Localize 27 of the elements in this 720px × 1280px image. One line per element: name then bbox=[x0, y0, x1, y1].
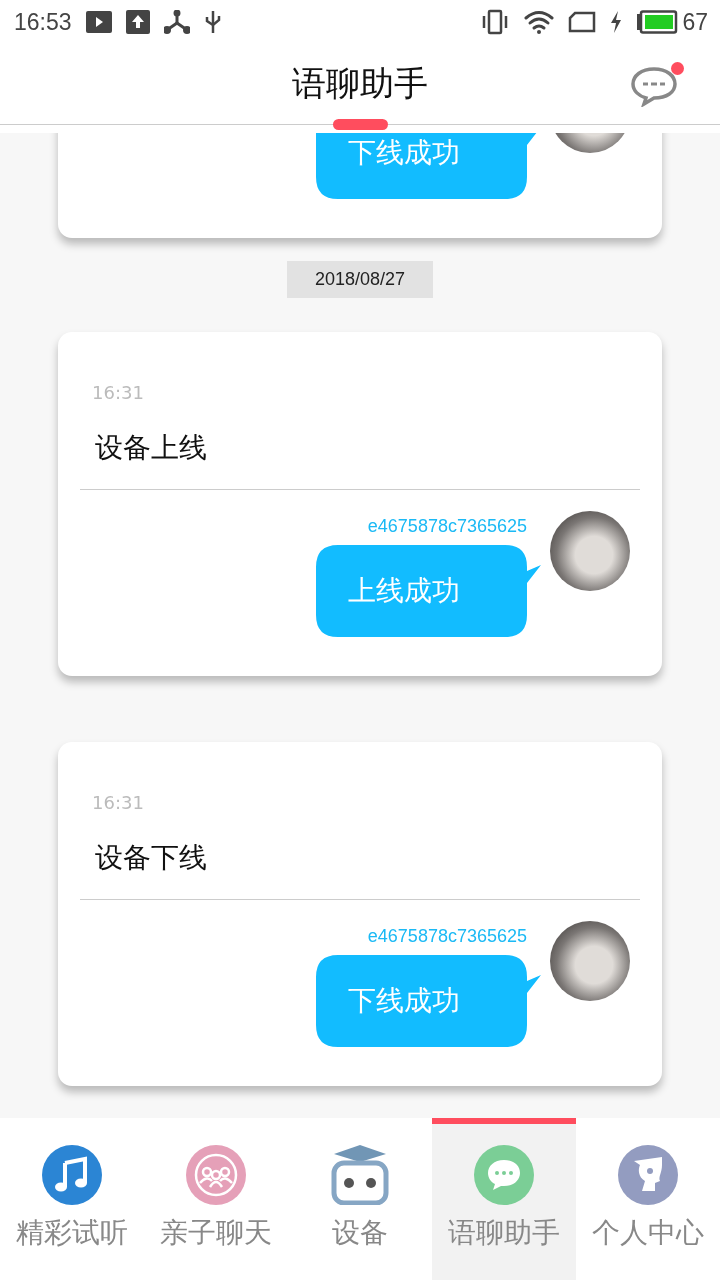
usb-icon bbox=[203, 9, 222, 35]
message-time: 16:31 bbox=[91, 382, 145, 404]
chat-bubble-icon bbox=[474, 1145, 534, 1205]
music-note-icon bbox=[42, 1145, 102, 1205]
tab-item[interactable]: 语聊助手 bbox=[432, 1118, 576, 1280]
event-title: 设备下线 bbox=[94, 840, 208, 876]
page-title: 语聊助手 bbox=[292, 62, 428, 105]
head-profile-icon bbox=[618, 1145, 678, 1205]
device-id: e4675878c7365625 bbox=[367, 515, 527, 537]
wifi-icon bbox=[524, 10, 555, 34]
event-title: 设备上线 bbox=[94, 430, 208, 466]
battery-icon bbox=[636, 10, 679, 34]
share-nodes-icon bbox=[163, 10, 190, 34]
date-label: 2018/08/27 bbox=[286, 261, 434, 298]
title-indicator bbox=[333, 119, 388, 130]
sim-card-icon bbox=[568, 11, 597, 33]
people-icon bbox=[186, 1145, 246, 1205]
chat-bubble: 上线成功 bbox=[316, 545, 541, 637]
play-icon bbox=[85, 11, 112, 33]
charging-icon bbox=[610, 11, 623, 33]
device-id: e4675878c7365625 bbox=[367, 925, 527, 947]
message-time: 16:31 bbox=[91, 792, 145, 814]
robot-graduate-icon bbox=[330, 1145, 390, 1205]
chat-bubble: 下线成功 bbox=[316, 955, 541, 1047]
battery-percent: 67 bbox=[682, 8, 708, 36]
status-time: 16:53 bbox=[14, 8, 72, 36]
upload-icon bbox=[125, 10, 150, 34]
